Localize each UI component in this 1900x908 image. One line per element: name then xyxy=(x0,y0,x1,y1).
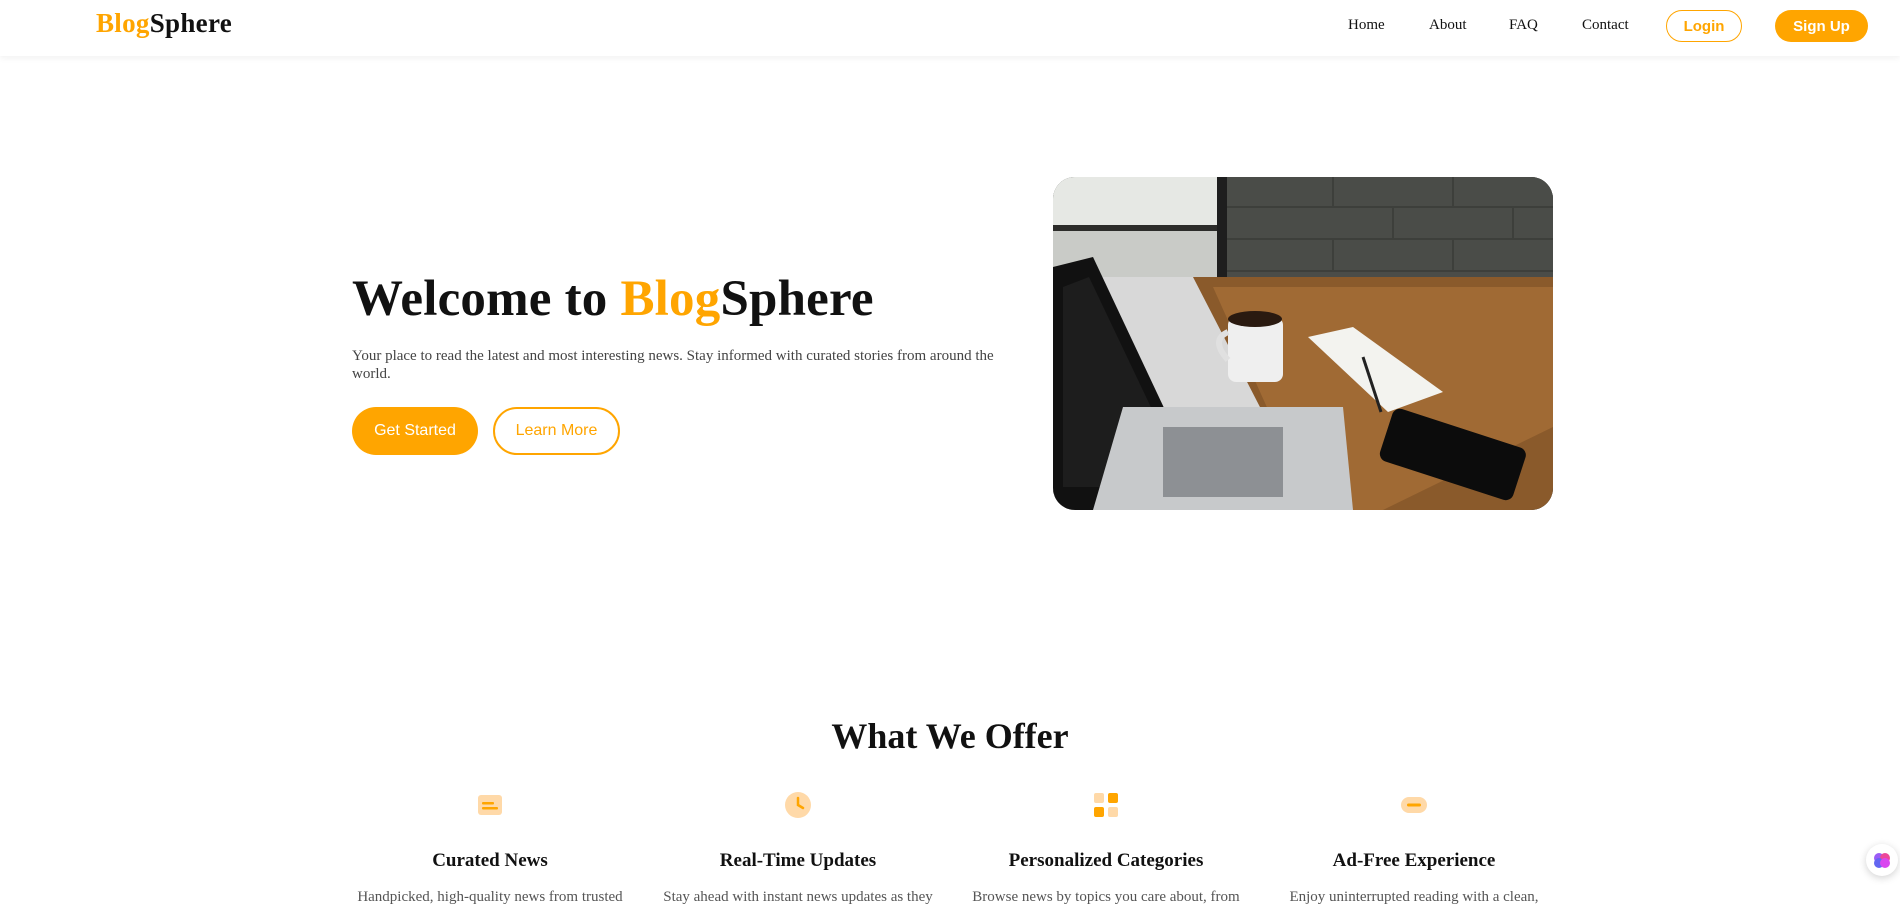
feature-title: Real-Time Updates xyxy=(719,850,877,871)
logo-accent: Blog xyxy=(96,8,150,38)
learn-more-button[interactable]: Learn More xyxy=(493,407,620,455)
logo-rest: Sphere xyxy=(149,8,233,38)
feature-title: Curated News xyxy=(432,850,548,871)
nav-home-link[interactable]: Home xyxy=(1348,17,1385,34)
nav-faq-link[interactable]: FAQ xyxy=(1509,17,1538,34)
offer-title: What We Offer xyxy=(831,716,1069,756)
nav-about-link[interactable]: About xyxy=(1429,17,1467,34)
feature-card-real-time: Real-Time Updates Stay ahead with instan… xyxy=(648,790,948,905)
clock-icon xyxy=(783,790,813,820)
assistant-widget-button[interactable] xyxy=(1866,844,1898,876)
feature-text: Stay ahead with instant news updates as … xyxy=(663,889,933,905)
feature-card-categories: Personalized Categories Browse news by t… xyxy=(956,790,1256,905)
feature-card-ad-free: Ad-Free Experience Enjoy uninterrupted r… xyxy=(1264,790,1564,905)
brain-icon xyxy=(1874,853,1890,868)
minus-icon xyxy=(1399,790,1429,820)
signup-button[interactable]: Sign Up xyxy=(1775,10,1868,42)
feature-text: Enjoy uninterrupted reading with a clean… xyxy=(1289,889,1539,905)
desk-illustration xyxy=(1053,177,1553,510)
feature-text: Handpicked, high-quality news from trust… xyxy=(357,889,623,905)
feature-text: Browse news by topics you care about, fr… xyxy=(972,889,1240,905)
get-started-button[interactable]: Get Started xyxy=(352,407,478,455)
login-button[interactable]: Login xyxy=(1666,10,1742,42)
hero-title-prefix: Welcome to xyxy=(352,271,621,327)
hero-title-accent: Blog xyxy=(620,271,721,327)
feature-card-curated-news: Curated News Handpicked, high-quality ne… xyxy=(340,790,640,905)
hero-title: Welcome to BlogSphere xyxy=(352,270,874,328)
feature-title: Personalized Categories xyxy=(1008,850,1204,871)
nav-contact-link[interactable]: Contact xyxy=(1582,17,1629,34)
hero-title-suffix: Sphere xyxy=(720,271,874,327)
hero-subtitle: Your place to read the latest and most i… xyxy=(352,348,994,382)
logo[interactable]: BlogSphere xyxy=(96,8,232,39)
site-header: BlogSphere Home About FAQ Contact Login … xyxy=(0,0,1900,56)
grid-icon xyxy=(1091,790,1121,820)
feature-title: Ad-Free Experience xyxy=(1332,850,1496,871)
hero-image xyxy=(1053,177,1553,510)
news-icon xyxy=(475,790,505,820)
